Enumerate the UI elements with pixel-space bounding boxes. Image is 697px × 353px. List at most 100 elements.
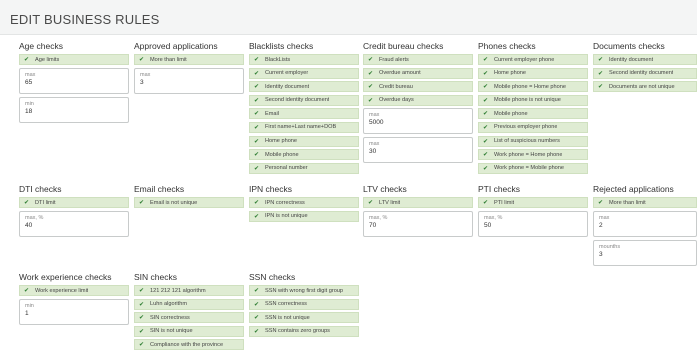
rule-checkbox[interactable]: ✔ PTI limit [478,197,588,208]
limit-input-value: 40 [25,221,33,229]
rule-checkbox[interactable]: ✔ Work experience limit [19,285,129,296]
rule-checkbox[interactable]: ✔ Compliance with the province [134,339,244,351]
rule-checkbox[interactable]: ✔ Identity document [593,54,697,65]
limit-input-label: max [369,141,380,148]
check-icon: ✔ [367,83,374,91]
group-title: DTI checks [19,184,62,194]
rule-checkbox[interactable]: ✔ SSN is not unique [249,312,359,324]
limit-input[interactable]: max 3 [134,67,244,94]
check-icon: ✔ [253,110,260,118]
check-icon: ✔ [597,56,604,63]
check-icon: ✔ [482,110,489,118]
limit-input[interactable]: max, % 70 [363,210,473,237]
rule-checkbox[interactable]: ✔ Fraud alerts [363,54,473,65]
rule-label: Overdue days [379,97,414,104]
limit-input-value: 18 [25,107,33,115]
rule-label: SSN with wrong first digit group [265,287,344,294]
rule-checkbox[interactable]: ✔ IPN is not unique [249,210,359,222]
rule-checkbox[interactable]: ✔ LTV limit [363,197,473,208]
rule-label: Second identity document [609,70,674,77]
rule-checkbox[interactable]: ✔ Second identity document [249,94,359,106]
sin-checks-group: SIN checks ✔ 121 212 121 algorithm ✔ Luhn al… [134,272,244,353]
rule-checkbox[interactable]: ✔ More than limit [593,197,697,208]
rule-checkbox[interactable]: ✔ Identity document [249,81,359,93]
rule-label: Mobile phone is not unique [494,97,561,104]
limit-input-value: 3 [599,250,603,258]
rule-checkbox[interactable]: ✔ Overdue amount [363,67,473,79]
rule-checkbox[interactable]: ✔ BlackLists [249,54,359,65]
rule-label: Credit bureau [379,83,413,90]
approved-applications-group: Approved applications ✔ More than limit max… [134,41,244,97]
rule-checkbox[interactable]: ✔ SSN with wrong first digit group [249,285,359,296]
rule-checkbox[interactable]: ✔ SIN is not unique [134,325,244,337]
rule-checkbox[interactable]: ✔ Luhn algorithm [134,298,244,310]
rule-label: BlackLists [265,56,291,63]
rule-checkbox[interactable]: ✔ SSN correctness [249,298,359,310]
rule-checkbox[interactable]: ✔ Previous employer phone [478,121,588,133]
rule-checkbox[interactable]: ✔ Overdue days [363,94,473,106]
rule-checkbox[interactable]: ✔ SSN contains zero groups [249,325,359,337]
rule-checkbox[interactable]: ✔ First name+Last name+DOB [249,121,359,133]
check-icon: ✔ [253,314,260,322]
dti-checks-group: DTI checks ✔ DTI limit max, % 40 [19,184,129,240]
rule-label: Mobile phone = Home phone [494,83,566,90]
limit-input-label: max, % [484,214,503,221]
rule-checkbox[interactable]: ✔ Mobile phone [478,108,588,120]
rule-checkbox[interactable]: ✔ Work phone = Home phone [478,149,588,161]
check-icon: ✔ [367,199,374,206]
limit-input[interactable]: min 18 [19,96,129,123]
check-icon: ✔ [253,137,260,145]
limit-input[interactable]: max, % 40 [19,210,129,237]
check-icon: ✔ [367,69,374,77]
check-icon: ✔ [23,199,30,206]
rule-checkbox[interactable]: ✔ DTI limit [19,197,129,208]
rule-label: First name+Last name+DOB [265,124,337,131]
check-icon: ✔ [253,287,260,294]
phones-checks-group: Phones checks ✔ Current employer phone ✔ Hom… [478,41,588,176]
check-icon: ✔ [253,212,260,220]
limit-input[interactable]: max 65 [19,67,129,94]
rule-checkbox[interactable]: ✔ Mobile phone = Home phone [478,81,588,93]
rule-label: More than limit [150,56,187,63]
rule-checkbox[interactable]: ✔ Current employer [249,67,359,79]
rule-checkbox[interactable]: ✔ Email is not unique [134,197,244,208]
rule-checkbox[interactable]: ✔ SIN correctness [134,312,244,324]
check-icon: ✔ [482,56,489,63]
check-icon: ✔ [23,56,30,63]
limit-input[interactable]: max 30 [363,137,473,164]
rule-checkbox[interactable]: ✔ 121 212 121 algorithm [134,285,244,296]
limit-input-value: 50 [484,221,492,229]
rule-checkbox[interactable]: ✔ IPN correctness [249,197,359,208]
limit-input[interactable]: max 5000 [363,108,473,135]
rule-checkbox[interactable]: ✔ Mobile phone [249,149,359,161]
rule-checkbox[interactable]: ✔ Work phone = Mobile phone [478,162,588,174]
rule-label: Work phone = Home phone [494,151,563,158]
rule-checkbox[interactable]: ✔ Age limits [19,54,129,65]
rule-checkbox[interactable]: ✔ Personal number [249,162,359,174]
limit-input[interactable]: mounths 3 [593,239,697,266]
group-title: Documents checks [593,41,665,51]
limit-input-label: max, % [25,214,44,221]
rule-checkbox[interactable]: ✔ List of suspicious numbers [478,135,588,147]
check-icon: ✔ [138,327,145,335]
rule-checkbox[interactable]: ✔ Home phone [249,135,359,147]
rule-checkbox[interactable]: ✔ Credit bureau [363,81,473,93]
limit-input[interactable]: min 1 [19,298,129,325]
rule-checkbox[interactable]: ✔ Documents are not unique [593,81,697,93]
rule-checkbox[interactable]: ✔ Email [249,108,359,120]
check-icon: ✔ [367,96,374,104]
limit-input[interactable]: max 2 [593,210,697,237]
limit-input[interactable]: max, % 50 [478,210,588,237]
rule-checkbox[interactable]: ✔ Home phone [478,67,588,79]
limit-input-value: 1 [25,309,29,317]
rule-checkbox[interactable]: ✔ Mobile phone is not unique [478,94,588,106]
rule-checkbox[interactable]: ✔ More than limit [134,54,244,65]
check-icon: ✔ [138,341,145,349]
rule-checkbox[interactable]: ✔ Second identity document [593,67,697,79]
group-title: Age checks [19,41,63,51]
header-bar: EDIT BUSINESS RULES [0,0,697,35]
rule-checkbox[interactable]: ✔ Current employer phone [478,54,588,65]
rule-label: SSN contains zero groups [265,328,330,335]
check-icon: ✔ [482,151,489,159]
check-icon: ✔ [482,96,489,104]
